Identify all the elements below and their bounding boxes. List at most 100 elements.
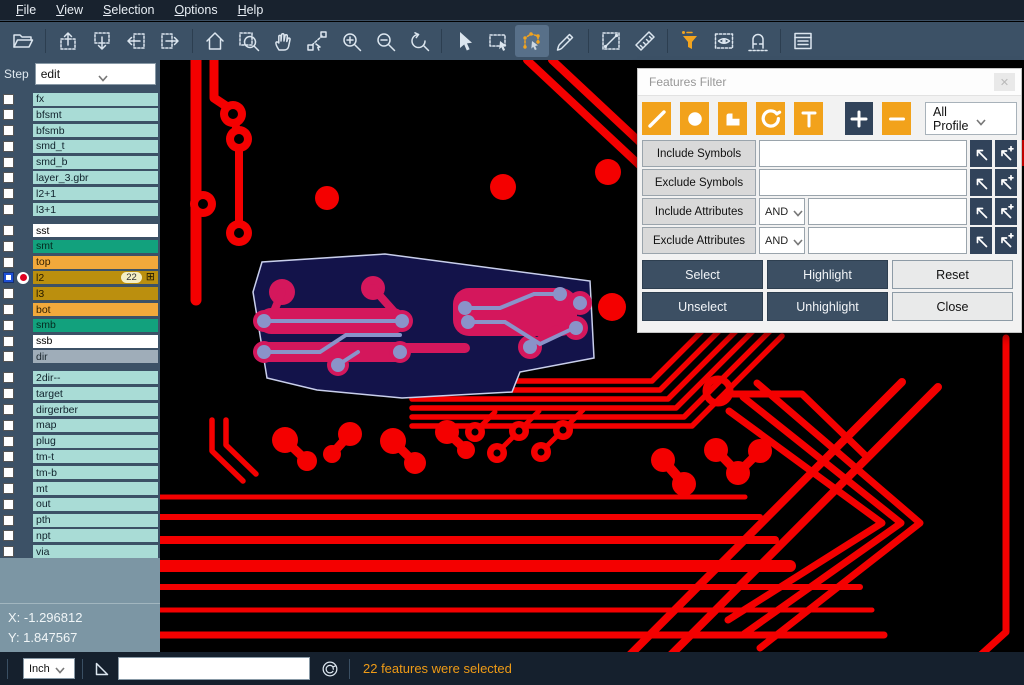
text-feature-icon[interactable] [794,102,823,135]
angle-corner-icon[interactable] [90,657,114,681]
layer-visibility-checkbox[interactable] [3,388,14,399]
layer-row[interactable]: via [0,545,160,559]
rectangle-select-icon[interactable] [481,25,515,57]
highlight-button[interactable]: Highlight [767,260,888,289]
dialog-title-bar[interactable]: Features Filter ✕ [638,69,1021,96]
layer-visibility-checkbox[interactable] [3,141,14,152]
zoom-window-icon[interactable] [232,25,266,57]
view-box-icon[interactable] [707,25,741,57]
layer-row-active[interactable]: l222⊞ [0,271,160,285]
layer-visibility-checkbox[interactable] [3,204,14,215]
layer-visibility-checkbox[interactable] [3,451,14,462]
layer-visibility-checkbox[interactable] [3,172,14,183]
command-input[interactable] [118,657,310,680]
refresh-icon[interactable] [318,657,342,681]
layer-row[interactable]: mt [0,482,160,496]
layer-visibility-checkbox[interactable] [3,499,14,510]
layer-row[interactable]: tm-t [0,450,160,464]
include-attributes-input[interactable] [808,198,967,225]
open-folder-icon[interactable] [6,25,40,57]
pan-hand-icon[interactable] [266,25,300,57]
menu-view[interactable]: View [46,1,93,19]
layer-visibility-checkbox[interactable] [3,530,14,541]
include-attributes-operator-select[interactable]: AND [759,198,805,225]
layer-row[interactable]: fx [0,92,160,106]
zoom-out-icon[interactable] [368,25,402,57]
exclude-symbols-input[interactable] [759,169,967,196]
layer-row[interactable]: smb [0,318,160,332]
reset-button[interactable]: Reset [892,260,1013,289]
layer-visibility-checkbox[interactable] [3,546,14,557]
report-panel-icon[interactable] [786,25,820,57]
pick-from-screen-icon[interactable] [970,198,992,225]
profile-select[interactable]: All Profile [925,102,1017,135]
layer-row[interactable]: ssb [0,334,160,348]
layer-row[interactable]: l3+1 [0,203,160,217]
layer-row[interactable]: top [0,255,160,269]
layer-visibility-checkbox[interactable] [3,336,14,347]
close-icon[interactable]: ✕ [994,73,1015,91]
select-button[interactable]: Select [642,260,763,289]
layer-row[interactable]: tm-b [0,466,160,480]
features-filter-icon[interactable] [673,25,707,57]
layer-row[interactable]: layer_3.gbr [0,171,160,185]
shift-right-icon[interactable] [153,25,187,57]
surface-feature-icon[interactable] [718,102,747,135]
include-attributes-button[interactable]: Include Attributes [642,198,756,225]
layer-row[interactable]: dirgerber [0,403,160,417]
layer-visibility-checkbox[interactable] [3,304,14,315]
layer-row[interactable]: bfsmt [0,108,160,122]
layer-visibility-checkbox[interactable] [3,288,14,299]
close-button[interactable]: Close [892,292,1013,321]
exclude-symbols-button[interactable]: Exclude Symbols [642,169,756,196]
layer-row[interactable]: target [0,387,160,401]
clean-brush-icon[interactable] [549,25,583,57]
polygon-select-icon[interactable] [515,25,549,57]
layer-row[interactable]: plug [0,434,160,448]
unit-select[interactable]: Inch [23,658,75,679]
layer-row[interactable]: sst [0,224,160,238]
layer-row[interactable]: out [0,497,160,511]
layer-visibility-checkbox[interactable] [3,351,14,362]
pad-feature-icon[interactable] [680,102,709,135]
snap-magnet-icon[interactable] [741,25,775,57]
layer-row[interactable]: dir [0,350,160,364]
grid-icon[interactable]: ⊞ [146,272,155,283]
menu-options[interactable]: Options [164,1,227,19]
exclude-attributes-input[interactable] [808,227,967,254]
menu-selection[interactable]: Selection [93,1,164,19]
layer-row[interactable]: bot [0,303,160,317]
unhighlight-button[interactable]: Unhighlight [767,292,888,321]
vertex-edit-icon[interactable] [300,25,334,57]
pick-add-icon[interactable] [995,140,1017,167]
layer-visibility-checkbox[interactable] [3,225,14,236]
menu-help[interactable]: Help [228,1,274,19]
zoom-previous-icon[interactable] [402,25,436,57]
pick-add-icon[interactable] [995,198,1017,225]
layer-row[interactable]: map [0,418,160,432]
include-symbols-input[interactable] [759,140,967,167]
layer-visibility-checkbox[interactable] [3,272,14,283]
home-view-icon[interactable] [198,25,232,57]
layer-visibility-checkbox[interactable] [3,483,14,494]
include-symbols-button[interactable]: Include Symbols [642,140,756,167]
layer-visibility-checkbox[interactable] [3,467,14,478]
layer-row[interactable]: smd_b [0,155,160,169]
exclude-attributes-operator-select[interactable]: AND [759,227,805,254]
add-filter-icon[interactable] [845,102,873,135]
layer-visibility-checkbox[interactable] [3,125,14,136]
layer-visibility-checkbox[interactable] [3,188,14,199]
layer-visibility-checkbox[interactable] [3,109,14,120]
layer-visibility-checkbox[interactable] [3,420,14,431]
remove-filter-icon[interactable] [882,102,911,135]
layer-visibility-checkbox[interactable] [3,515,14,526]
pick-from-screen-icon[interactable] [970,169,992,196]
layer-visibility-checkbox[interactable] [3,404,14,415]
export-down-icon[interactable] [85,25,119,57]
layer-visibility-checkbox[interactable] [3,241,14,252]
select-pointer-icon[interactable] [447,25,481,57]
pick-from-screen-icon[interactable] [970,227,992,254]
layer-row[interactable]: 2dir-- [0,371,160,385]
layer-visibility-checkbox[interactable] [3,436,14,447]
line-feature-icon[interactable] [642,102,671,135]
